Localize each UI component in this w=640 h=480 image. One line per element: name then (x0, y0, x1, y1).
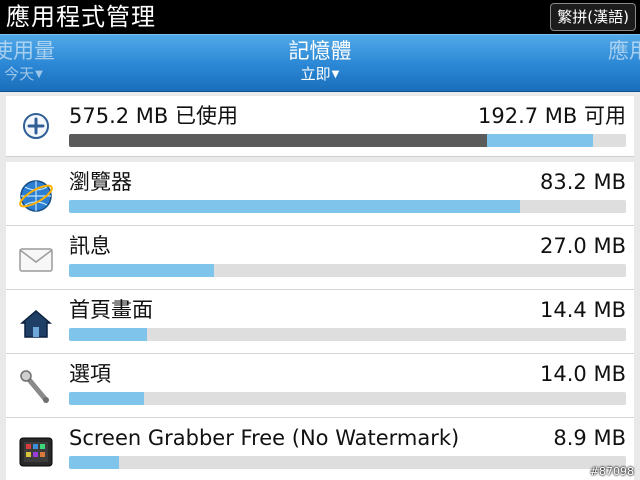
app-usage-fill (69, 392, 145, 405)
app-usage-fill (69, 328, 147, 341)
tab-usage-label: 使用量 (0, 39, 55, 63)
app-usage-bar (69, 264, 626, 277)
app-name: Screen Grabber Free (No Watermark) (69, 426, 460, 450)
tab-applications-label: 應用 (608, 39, 640, 63)
app-usage-bar (69, 392, 626, 405)
app-size: 14.0 MB (540, 362, 626, 386)
app-usage-bar (69, 200, 626, 213)
app-size: 83.2 MB (540, 170, 626, 194)
app-memory-list: 瀏覽器 83.2 MB 訊息 27.0 MB 首頁畫面 14.4 MB 選項 1… (6, 162, 634, 480)
app-size: 27.0 MB (540, 234, 626, 258)
app-name: 瀏覽器 (69, 170, 132, 194)
expand-plus-icon[interactable] (16, 106, 56, 146)
view-tab-bar: 使用量 今天▼ 記憶體 立即▼ 應用 (0, 34, 640, 92)
title-bar: 應用程式管理 繁拼(漢語) (0, 0, 640, 34)
home-screen-icon (16, 304, 56, 344)
tab-usage-period[interactable]: 今天▼ (0, 65, 55, 84)
app-name: 首頁畫面 (69, 298, 153, 322)
app-name: 選項 (69, 362, 111, 386)
app-size: 8.9 MB (553, 426, 626, 450)
list-item[interactable]: Screen Grabber Free (No Watermark) 8.9 M… (6, 418, 634, 480)
memory-extra-fill (486, 134, 593, 147)
app-usage-fill (69, 264, 214, 277)
dropdown-caret-icon: ▼ (331, 68, 340, 80)
tab-memory-period[interactable]: 立即▼ (260, 65, 380, 84)
tab-memory[interactable]: 記憶體 立即▼ (260, 37, 380, 84)
app-name: 訊息 (69, 234, 111, 258)
memory-used-text: 575.2 MB 已使用 (69, 104, 238, 128)
memory-used-fill (69, 134, 487, 147)
app-usage-bar (69, 456, 626, 469)
dropdown-caret-icon: ▼ (35, 68, 43, 80)
app-size: 14.4 MB (540, 298, 626, 322)
tab-usage-period-text: 今天 (4, 65, 35, 83)
screen-grabber-icon (16, 432, 56, 472)
browser-globe-icon (16, 176, 56, 216)
memory-usage-bar (69, 134, 626, 147)
list-item[interactable]: 首頁畫面 14.4 MB (6, 290, 634, 354)
options-wrench-icon (16, 368, 56, 408)
app-usage-fill (69, 456, 120, 469)
memory-summary: 575.2 MB 已使用 192.7 MB 可用 (6, 96, 634, 157)
memory-available-text: 192.7 MB 可用 (478, 104, 626, 128)
tab-applications[interactable]: 應用 (608, 37, 640, 65)
messages-envelope-icon (16, 240, 56, 280)
list-item[interactable]: 選項 14.0 MB (6, 354, 634, 418)
tab-memory-period-text: 立即 (300, 65, 331, 83)
input-method-indicator[interactable]: 繁拼(漢語) (550, 3, 636, 31)
list-item[interactable]: 訊息 27.0 MB (6, 226, 634, 290)
tab-usage[interactable]: 使用量 今天▼ (0, 37, 55, 84)
memory-summary-row[interactable]: 575.2 MB 已使用 192.7 MB 可用 (6, 96, 634, 156)
tab-memory-label: 記憶體 (288, 39, 352, 63)
watermark: #87098 (589, 465, 634, 478)
app-title: 應用程式管理 (6, 3, 156, 31)
app-usage-bar (69, 328, 626, 341)
app-usage-fill (69, 200, 521, 213)
list-item[interactable]: 瀏覽器 83.2 MB (6, 162, 634, 226)
